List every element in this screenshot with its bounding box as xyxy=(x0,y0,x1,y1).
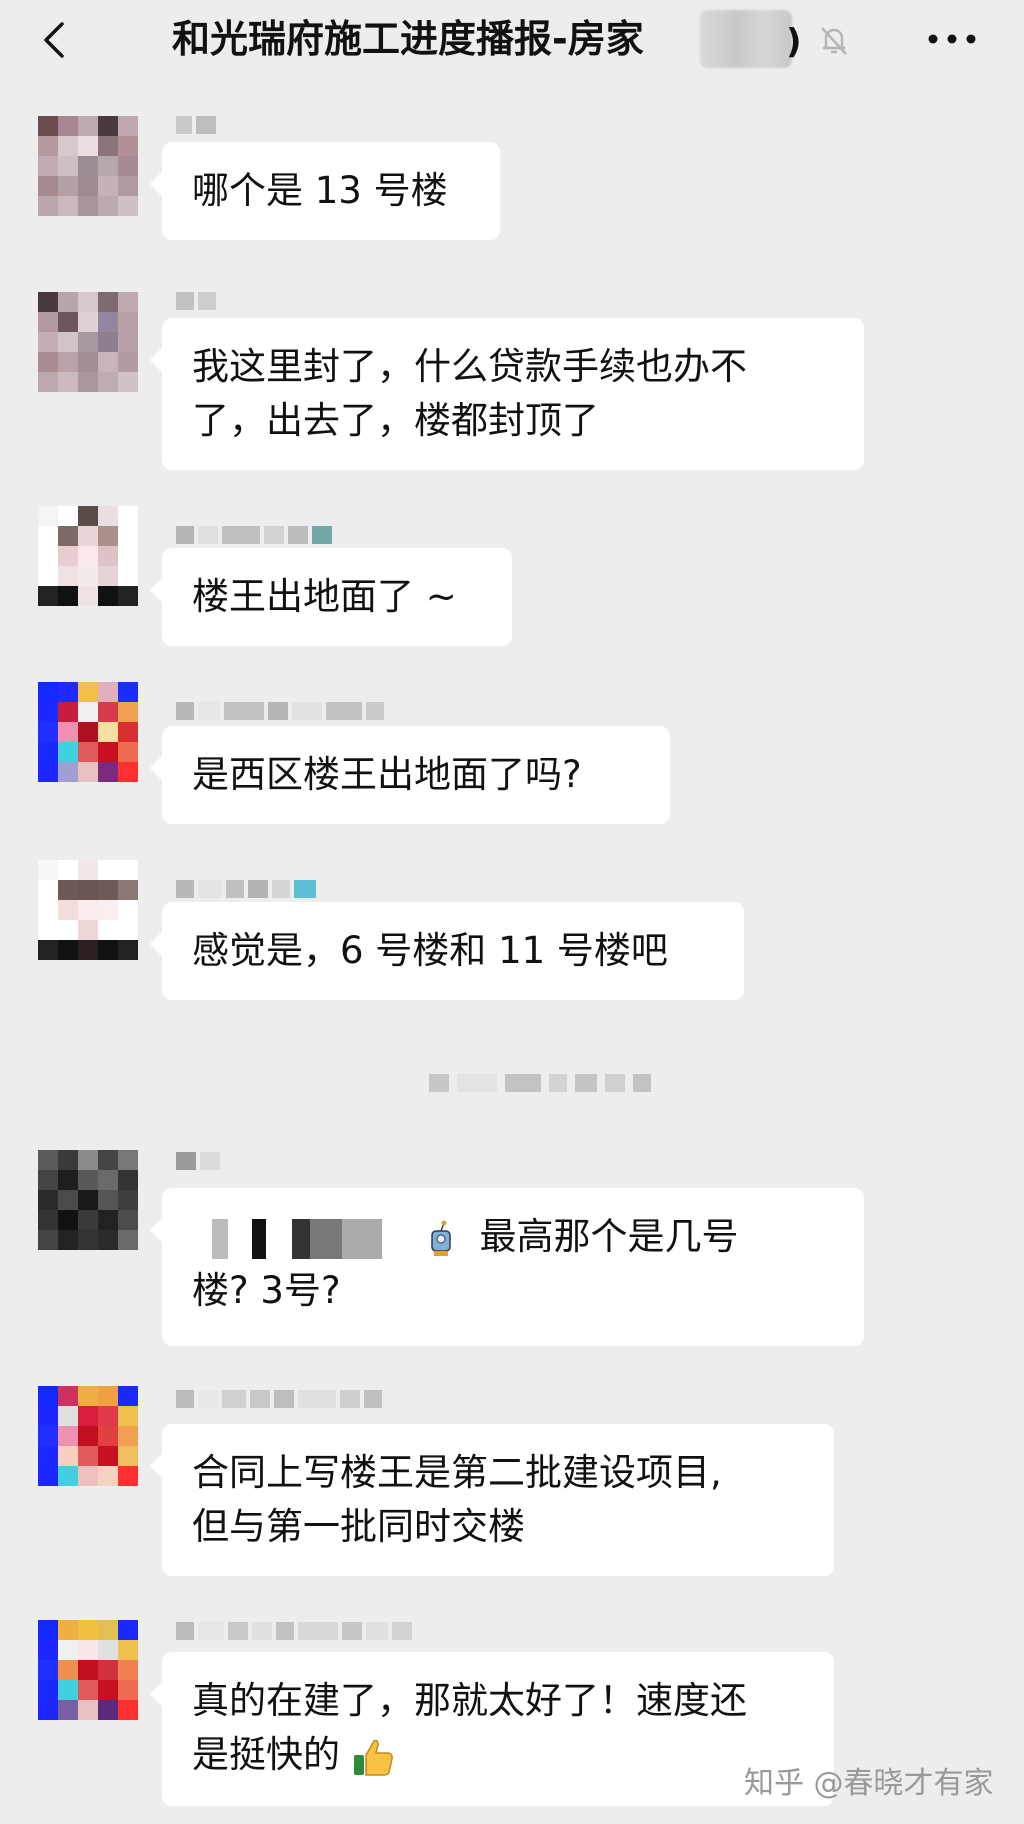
sender-name-redacted xyxy=(176,526,332,544)
message-text-line: 我这里封了，什么贷款手续也办不 xyxy=(192,345,747,388)
message-text-line: 合同上写楼王是第二批建设项目, xyxy=(192,1451,722,1494)
message-text-line: 了，出去了，楼都封顶了 xyxy=(192,399,599,442)
message-bubble[interactable]: 最高那个是几号 楼? 3号? xyxy=(150,1188,864,1346)
message-bubble[interactable]: 哪个是 13 号楼 xyxy=(150,142,500,240)
message-bubble[interactable]: 我这里封了，什么贷款手续也办不 了，出去了，楼都封顶了 xyxy=(150,318,864,470)
message-text-line: 真的在建了，那就太好了！速度还 xyxy=(192,1679,747,1722)
avatar[interactable] xyxy=(38,1620,138,1720)
sender-name-redacted xyxy=(176,292,216,310)
avatar[interactable] xyxy=(38,1150,138,1250)
chat-title: 和光瑞府施工进度播报-房家 xyxy=(172,14,644,64)
message-text-line: 最高那个是几号 xyxy=(192,1210,834,1264)
watermark: 知乎 @春晓才有家 xyxy=(744,1766,994,1801)
message-text: 感觉是，6 号楼和 11 号楼吧 xyxy=(192,929,668,972)
message-text: 楼王出地面了 ~ xyxy=(192,575,457,618)
sender-name-redacted xyxy=(176,880,316,898)
avatar[interactable] xyxy=(38,506,138,606)
message-text-line: 是挺快的 xyxy=(192,1728,804,1782)
ellipsis-icon xyxy=(928,34,976,44)
sender-name-redacted xyxy=(176,116,216,134)
message-text: 哪个是 13 号楼 xyxy=(192,169,448,212)
mention-redacted xyxy=(192,1218,402,1259)
timestamp-redacted xyxy=(300,1058,780,1108)
chat-title-text: 和光瑞府施工进度播报-房家 xyxy=(172,17,644,61)
robot-icon xyxy=(431,1220,451,1256)
sender-name-redacted xyxy=(176,702,384,720)
chevron-left-icon xyxy=(44,22,64,58)
mute-indicator xyxy=(814,20,854,60)
message-bubble[interactable]: 楼王出地面了 ~ xyxy=(150,548,512,646)
avatar[interactable] xyxy=(38,682,138,782)
chat-header: 和光瑞府施工进度播报-房家 ) xyxy=(0,0,1024,78)
sender-name-redacted xyxy=(176,1622,412,1640)
avatar[interactable] xyxy=(38,1386,138,1486)
message-bubble[interactable]: 是西区楼王出地面了吗? xyxy=(150,726,670,824)
message-bubble[interactable]: 真的在建了，那就太好了！速度还 是挺快的 xyxy=(150,1652,834,1806)
message-text: 最高那个是几号 xyxy=(479,1215,739,1258)
sender-name-redacted xyxy=(176,1152,220,1170)
avatar[interactable] xyxy=(38,292,138,392)
back-button[interactable] xyxy=(34,18,74,62)
avatar[interactable] xyxy=(38,116,138,216)
message-bubble[interactable]: 感觉是，6 号楼和 11 号楼吧 xyxy=(150,902,744,1000)
bell-muted-icon xyxy=(821,27,847,55)
message-text-line: 但与第一批同时交楼 xyxy=(192,1505,525,1548)
title-suffix: ) xyxy=(786,22,802,62)
more-button[interactable] xyxy=(924,14,980,64)
avatar[interactable] xyxy=(38,860,138,960)
message-text: 是挺快的 xyxy=(192,1733,340,1776)
message-text: 是西区楼王出地面了吗? xyxy=(192,753,582,796)
thumbs-up-icon xyxy=(353,1739,393,1776)
title-redaction xyxy=(700,10,792,68)
message-text-line: 楼? 3号? xyxy=(192,1269,341,1312)
message-bubble[interactable]: 合同上写楼王是第二批建设项目, 但与第一批同时交楼 xyxy=(150,1424,834,1576)
sender-name-redacted xyxy=(176,1390,382,1408)
